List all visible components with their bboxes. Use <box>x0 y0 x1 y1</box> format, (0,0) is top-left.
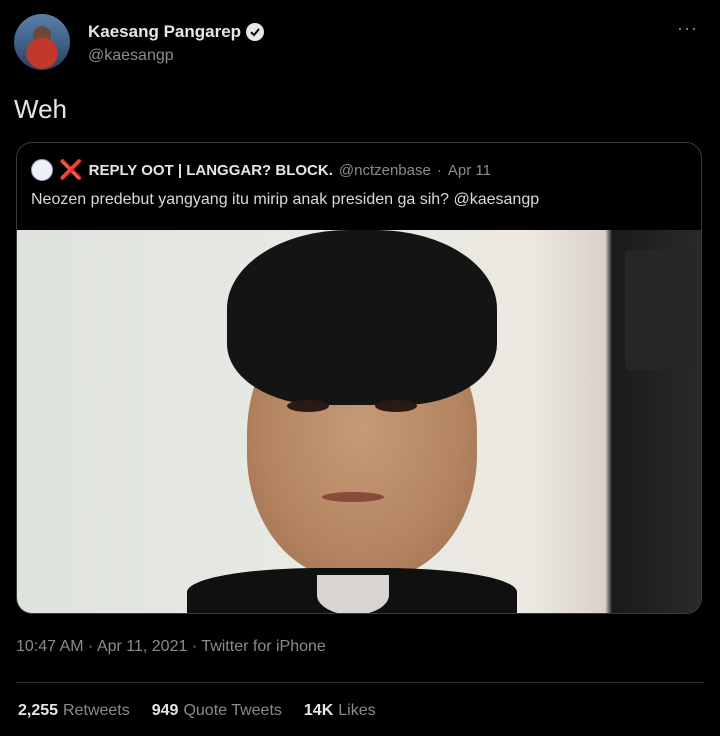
quoted-tweet-header: ❌ REPLY OOT | LANGGAR? BLOCK. @nctzenbas… <box>31 159 491 181</box>
author-name-row: Kaesang Pangarep <box>88 22 265 42</box>
quoted-author-avatar[interactable] <box>31 159 53 181</box>
verified-badge-icon <box>246 23 265 41</box>
quoted-date[interactable]: Apr 11 <box>448 162 491 179</box>
quoted-tweet[interactable]: ❌ REPLY OOT | LANGGAR? BLOCK. @nctzenbas… <box>16 142 702 614</box>
photo-collar <box>317 575 389 613</box>
photo-hair <box>227 230 497 405</box>
photo-mouth <box>322 492 384 502</box>
quoted-author-handle[interactable]: @nctzenbase <box>339 162 431 179</box>
author-handle[interactable]: @kaesangp <box>88 47 174 65</box>
quoted-tweet-text: Neozen predebut yangyang itu mirip anak … <box>31 191 540 208</box>
retweets-stat[interactable]: 2,255 Retweets <box>18 702 130 720</box>
photo-background-door <box>625 250 695 370</box>
photo-left-eye <box>287 400 329 412</box>
cross-mark-icon: ❌ <box>59 159 83 181</box>
engagement-stats: 2,255 Retweets 949 Quote Tweets 14K Likes <box>18 702 376 720</box>
quote-tweets-count: 949 <box>151 702 179 719</box>
likes-stat[interactable]: 14K Likes <box>304 702 376 720</box>
tweet-text: Weh <box>14 94 67 124</box>
photo-right-eye <box>375 400 417 412</box>
more-options-icon[interactable]: ··· <box>677 18 698 39</box>
quote-tweets-label: Quote Tweets <box>183 702 282 719</box>
quote-tweets-stat[interactable]: 949 Quote Tweets <box>152 702 282 720</box>
tweet-header: Kaesang Pangarep @kaesangp ··· <box>14 10 706 74</box>
quoted-photo[interactable] <box>17 230 701 613</box>
author-name[interactable]: Kaesang Pangarep <box>88 22 241 42</box>
likes-label: Likes <box>338 702 376 719</box>
retweets-label: Retweets <box>63 702 130 719</box>
quoted-author-name[interactable]: REPLY OOT | LANGGAR? BLOCK. <box>89 162 333 179</box>
likes-count: 14K <box>303 702 334 719</box>
quoted-separator: · <box>436 161 442 179</box>
retweets-count: 2,255 <box>18 702 59 719</box>
tweet-timestamp[interactable]: 10:47 AM · Apr 11, 2021 · Twitter for iP… <box>16 638 326 656</box>
divider <box>16 682 704 683</box>
author-avatar[interactable] <box>14 14 70 70</box>
